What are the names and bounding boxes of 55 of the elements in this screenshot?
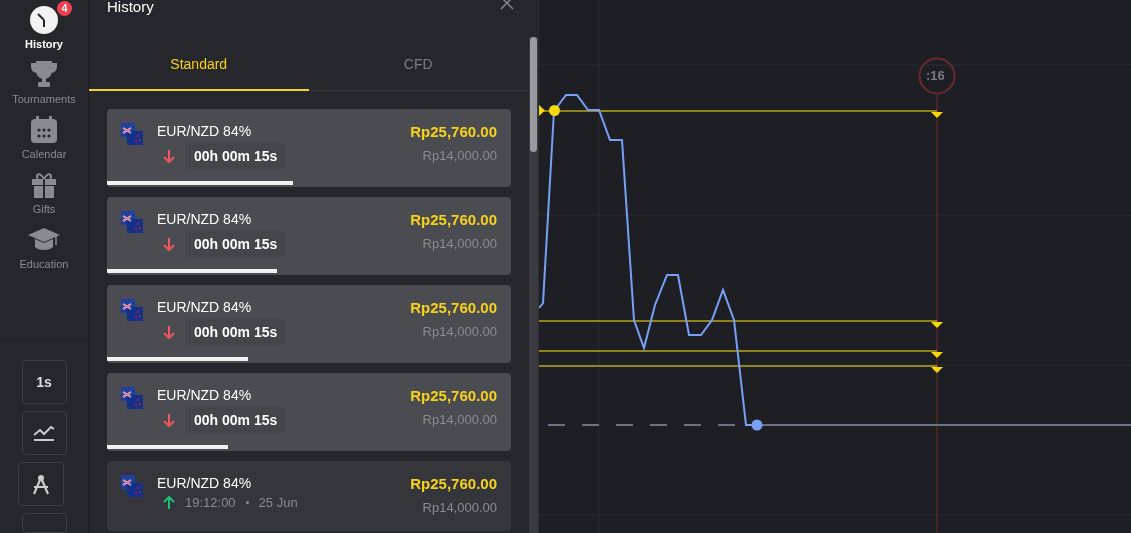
flag-icon [121, 123, 143, 145]
asset-name: EUR/NZD 84% [157, 123, 253, 139]
payout-amount: Rp25,760.00 [410, 475, 497, 492]
payout-amount: Rp25,760.00 [410, 123, 497, 140]
notification-badge: 4 [57, 1, 72, 16]
trophy-icon [29, 60, 59, 90]
flag-icon [121, 387, 143, 409]
chart-type-button[interactable] [21, 411, 67, 455]
payout-amount: Rp25,760.00 [410, 211, 497, 228]
nav-item[interactable]: Calendar [2, 113, 86, 160]
calendar-icon [29, 115, 59, 145]
countdown-timer: 00h 00m 15s [185, 407, 287, 433]
countdown-timer: 00h 00m 15s [185, 231, 287, 257]
trade-time: 19:12:00 [185, 495, 236, 510]
trade-card[interactable]: EUR/NZD 84% 00h 00m 15s Rp25,760.00 Rp14,000.00 [107, 197, 511, 275]
stake-amount: Rp14,000.00 [422, 412, 497, 427]
countdown-ring [918, 57, 956, 95]
drawing-tools-button[interactable] [18, 462, 64, 506]
line-chart-icon [33, 425, 55, 441]
asset-name: EUR/NZD 84% [157, 299, 253, 315]
flag-icon [121, 475, 143, 497]
trade-card[interactable]: EUR/NZD 84% 00h 00m 15s Rp25,760.00 Rp14,000.00 [107, 109, 511, 187]
compass-icon [31, 473, 51, 495]
trade-card[interactable]: EUR/NZD 84% 00h 00m 15s Rp25,760.00 Rp14,000.00 [107, 285, 511, 363]
flag-icon [121, 299, 143, 321]
countdown-timer: 00h 00m 15s [185, 319, 287, 345]
asset-name: EUR/NZD 84% [157, 387, 253, 403]
panel-title: History [107, 0, 154, 14]
gift-icon [29, 170, 59, 200]
tab[interactable]: Standard [89, 38, 309, 91]
nav-item[interactable]: Gifts [2, 168, 86, 215]
flag-icon [121, 211, 143, 233]
trade-card[interactable]: EUR/NZD 84% 00h 00m 15s Rp25,760.00 Rp14,000.00 [107, 373, 511, 451]
nav-item[interactable]: Education [2, 223, 86, 270]
asset-name: EUR/NZD 84% [157, 211, 253, 227]
payout-amount: Rp25,760.00 [410, 387, 497, 404]
stake-amount: Rp14,000.00 [422, 324, 497, 339]
timeframe-button[interactable]: 1s [21, 360, 67, 404]
close-icon[interactable] [500, 0, 514, 10]
stake-amount: Rp14,000.00 [422, 236, 497, 251]
payout-amount: Rp25,760.00 [410, 299, 497, 316]
nav-item[interactable]: 4 History [2, 3, 86, 50]
countdown-label: :16 [926, 68, 945, 83]
scrollbar-thumb[interactable] [530, 37, 537, 152]
trade-date: 25 Jun [258, 495, 298, 510]
asset-name: EUR/NZD 84% [157, 475, 253, 491]
tab[interactable]: CFD [308, 38, 528, 91]
stake-amount: Rp14,000.00 [422, 148, 497, 163]
entry-point [549, 105, 560, 116]
current-price-point [751, 419, 763, 431]
trade-card[interactable]: EUR/NZD 84% 19:12:00 25 Jun Rp25,760.00 Rp14,000.00 [107, 461, 511, 531]
clock-icon [29, 5, 59, 35]
nav-item[interactable]: Tournaments [2, 58, 86, 105]
countdown-timer: 00h 00m 15s [185, 143, 287, 169]
stake-amount: Rp14,000.00 [422, 500, 497, 515]
